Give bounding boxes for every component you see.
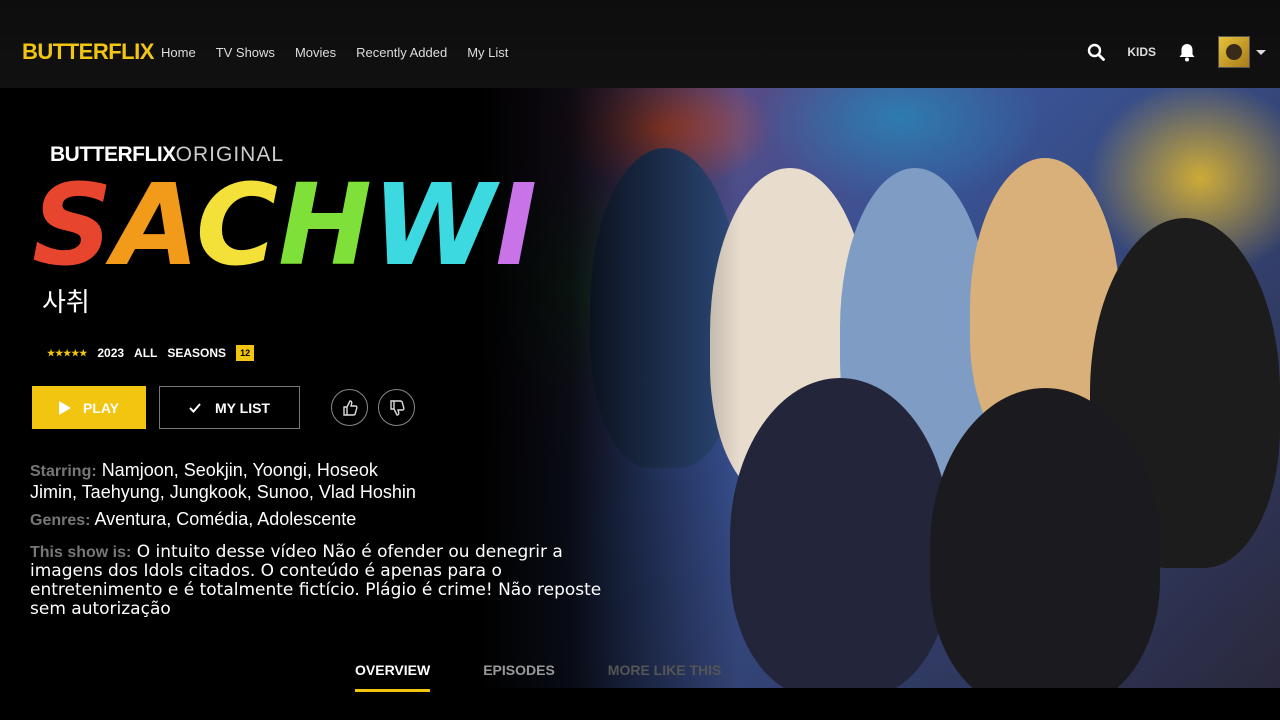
title-letter: H: [278, 168, 372, 278]
thumbs-down-icon: [389, 399, 405, 416]
starring: Starring: Namjoon, Seokjin, Yoongi, Hose…: [30, 460, 416, 502]
tab-overview[interactable]: OVERVIEW: [355, 662, 431, 692]
show-title: SACHWI: [32, 168, 537, 278]
nav-recently-added[interactable]: Recently Added: [356, 45, 447, 60]
thumbs-up-icon: [342, 399, 358, 416]
starring-line-1: Namjoon, Seokjin, Yoongi, Hoseok: [101, 460, 378, 480]
avatar[interactable]: [1218, 36, 1250, 68]
title-letter: I: [495, 168, 537, 278]
original-badge: BUTTERFLIXORIGINAL: [50, 143, 285, 166]
description-label: This show is:: [30, 544, 132, 561]
title-letter: A: [105, 168, 196, 278]
nav-tv-shows[interactable]: TV Shows: [216, 45, 275, 60]
detail-tabs: OVERVIEW EPISODES MORE LIKE THIS: [355, 662, 721, 692]
description: This show is: O intuito desse vídeo Não …: [30, 543, 610, 619]
title-letter: W: [372, 168, 501, 278]
nav-my-list[interactable]: My List: [467, 45, 508, 60]
thumbs-down-button[interactable]: [378, 389, 415, 426]
star-rating: ★★★★★: [47, 347, 88, 358]
age-rating-badge: 12: [236, 345, 255, 361]
search-icon[interactable]: [1087, 43, 1106, 61]
starring-label: Starring:: [30, 463, 97, 480]
year: 2023: [97, 346, 125, 360]
chevron-down-icon[interactable]: [1256, 49, 1266, 55]
bell-icon[interactable]: [1178, 42, 1196, 62]
svg-text:SACHWI: SACHWI: [32, 168, 537, 278]
tab-episodes[interactable]: EPISODES: [483, 662, 555, 692]
audience: ALL: [134, 346, 158, 360]
top-nav: BUTTERFLIX Home TV Shows Movies Recently…: [0, 0, 1280, 88]
play-icon: [58, 400, 71, 415]
nav-movies[interactable]: Movies: [295, 45, 336, 60]
thumbs-up-button[interactable]: [331, 389, 368, 426]
genres-label: Genres:: [30, 512, 91, 529]
title-letter: C: [196, 168, 278, 278]
play-button[interactable]: PLAY: [32, 386, 146, 429]
nav-home[interactable]: Home: [161, 45, 196, 60]
seasons-label: SEASONS: [167, 346, 227, 360]
brand-logo[interactable]: BUTTERFLIX: [22, 39, 154, 65]
starring-line-2: Jimin, Taehyung, Jungkook, Sunoo, Vlad H…: [30, 482, 416, 502]
genres-value: Aventura, Comédia, Adolescente: [94, 509, 357, 529]
my-list-button[interactable]: MY LIST: [159, 386, 300, 429]
kids-link[interactable]: KIDS: [1127, 45, 1156, 59]
check-icon: [189, 402, 201, 413]
title-letter: S: [32, 168, 113, 278]
main-nav: Home TV Shows Movies Recently Added My L…: [161, 45, 508, 60]
genres: Genres: Aventura, Comédia, Adolescente: [30, 509, 356, 531]
right-nav: KIDS: [1087, 36, 1266, 68]
korean-title: 사취: [42, 287, 90, 317]
tab-more-like-this[interactable]: MORE LIKE THIS: [608, 662, 722, 692]
show-meta: ★★★★★ 2023 ALL SEASONS 12: [47, 345, 255, 361]
